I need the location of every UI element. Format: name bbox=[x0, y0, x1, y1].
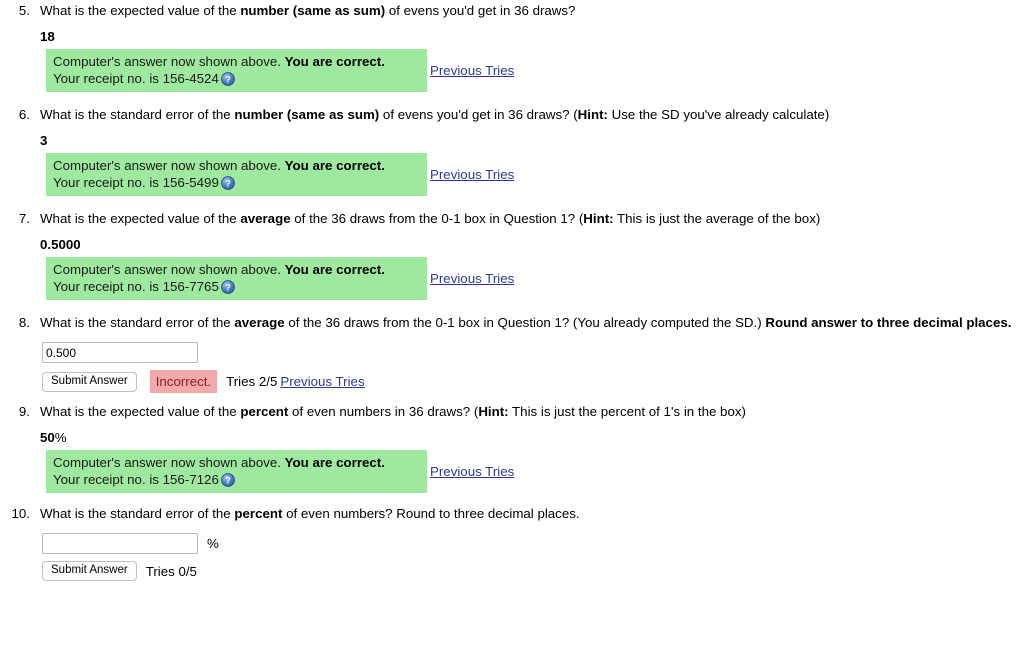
answer-number: 18 bbox=[40, 29, 55, 44]
receipt-number-text: Your receipt no. is 156-4524 bbox=[53, 71, 219, 86]
correct-status-text: You are correct. bbox=[284, 54, 385, 69]
answer-number: 0.5000 bbox=[40, 237, 81, 252]
question-text: What is the expected value of the number… bbox=[40, 3, 576, 18]
feedback-row: Computer's answer now shown above. You a… bbox=[46, 153, 1024, 196]
previous-tries-link[interactable]: Previous Tries bbox=[430, 463, 514, 480]
answer-input[interactable] bbox=[42, 533, 198, 554]
feedback-line-2: Your receipt no. is 156-4524? bbox=[53, 70, 421, 87]
question-text: What is the standard error of the averag… bbox=[40, 315, 1012, 330]
tries-counter: Tries 0/5 bbox=[145, 563, 197, 579]
feedback-message: Computer's answer now shown above. bbox=[53, 158, 285, 173]
receipt-number-text: Your receipt no. is 156-5499 bbox=[53, 175, 219, 190]
svg-text:?: ? bbox=[225, 475, 231, 485]
input-row: % bbox=[42, 533, 1024, 554]
answer-unit: % bbox=[54, 430, 67, 445]
incorrect-status-badge: Incorrect. bbox=[149, 370, 218, 393]
correct-status-text: You are correct. bbox=[284, 455, 385, 470]
feedback-row: Computer's answer now shown above. You a… bbox=[46, 257, 1024, 300]
svg-text:?: ? bbox=[225, 282, 231, 292]
svg-text:?: ? bbox=[225, 178, 231, 188]
question-number: 5. bbox=[18, 3, 30, 18]
question-number: 7. bbox=[18, 211, 30, 226]
question-number: 9. bbox=[18, 404, 30, 419]
feedback-line-2: Your receipt no. is 156-5499? bbox=[53, 174, 421, 191]
question-text: What is the expected value of the averag… bbox=[40, 211, 821, 226]
button-row: Submit Answer Tries 0/5 bbox=[42, 561, 1024, 581]
receipt-number-text: Your receipt no. is 156-7765 bbox=[53, 279, 219, 294]
input-row bbox=[42, 342, 1024, 363]
submit-answer-button[interactable]: Submit Answer bbox=[42, 561, 137, 581]
tries-counter: Tries 2/5 bbox=[226, 374, 278, 389]
feedback-row: Computer's answer now shown above. You a… bbox=[46, 450, 1024, 493]
feedback-line-1: Computer's answer now shown above. You a… bbox=[53, 261, 421, 278]
question-item: 9. What is the expected value of the perc… bbox=[0, 403, 1024, 493]
question-item: 5. What is the expected value of the numb… bbox=[0, 2, 1024, 92]
question-item: 7. What is the expected value of the aver… bbox=[0, 210, 1024, 300]
correct-feedback-box: Computer's answer now shown above. You a… bbox=[46, 450, 427, 493]
help-circle-icon[interactable]: ? bbox=[220, 280, 235, 294]
correct-feedback-box: Computer's answer now shown above. You a… bbox=[46, 49, 427, 92]
previous-tries-link[interactable]: Previous Tries bbox=[430, 166, 514, 183]
question-number: 6. bbox=[18, 107, 30, 122]
feedback-message: Computer's answer now shown above. bbox=[53, 455, 285, 470]
answer-input[interactable] bbox=[42, 342, 198, 363]
feedback-line-1: Computer's answer now shown above. You a… bbox=[53, 454, 421, 471]
submitted-answer-value: 18 bbox=[40, 20, 1024, 49]
percent-unit-label: % bbox=[207, 536, 219, 551]
correct-feedback-box: Computer's answer now shown above. You a… bbox=[46, 257, 427, 300]
help-circle-icon[interactable]: ? bbox=[220, 473, 235, 487]
question-text: What is the expected value of the percen… bbox=[40, 404, 746, 419]
submitted-answer-value: 50% bbox=[40, 421, 1024, 450]
answer-input-area: % Submit Answer Tries 0/5 bbox=[40, 523, 1024, 581]
homework-page: 5. What is the expected value of the numb… bbox=[0, 0, 1024, 665]
question-text: What is the standard error of the number… bbox=[40, 107, 830, 122]
question-number: 8. bbox=[18, 315, 30, 330]
submit-answer-button[interactable]: Submit Answer bbox=[42, 371, 137, 392]
svg-text:?: ? bbox=[225, 74, 231, 84]
answer-input-area: Submit Answer Incorrect. Tries 2/5Previous… bbox=[40, 332, 1024, 393]
previous-tries-link[interactable]: Previous Tries bbox=[430, 62, 514, 79]
question-list: 5. What is the expected value of the numb… bbox=[0, 2, 1024, 581]
help-circle-icon[interactable]: ? bbox=[220, 72, 235, 86]
submitted-answer-value: 3 bbox=[40, 124, 1024, 153]
question-number: 10. bbox=[11, 506, 31, 521]
correct-status-text: You are correct. bbox=[284, 158, 385, 173]
feedback-row: Computer's answer now shown above. You a… bbox=[46, 49, 1024, 92]
question-text: What is the standard error of the percen… bbox=[40, 506, 580, 521]
feedback-line-2: Your receipt no. is 156-7765? bbox=[53, 278, 421, 295]
submitted-answer-value: 0.5000 bbox=[40, 228, 1024, 257]
button-row: Submit Answer Incorrect. Tries 2/5 Previous… bbox=[42, 370, 1024, 393]
feedback-line-1: Computer's answer now shown above. You a… bbox=[53, 157, 421, 174]
answer-number: 50 bbox=[40, 430, 55, 445]
feedback-message: Computer's answer now shown above. bbox=[53, 54, 285, 69]
answer-number: 3 bbox=[40, 133, 48, 148]
feedback-message: Computer's answer now shown above. bbox=[53, 262, 285, 277]
correct-status-text: You are correct. bbox=[284, 262, 385, 277]
feedback-line-1: Computer's answer now shown above. You a… bbox=[53, 53, 421, 70]
previous-tries-link[interactable]: Previous Tries bbox=[430, 270, 514, 287]
question-item: 10. What is the standard error of the per… bbox=[0, 505, 1024, 581]
help-circle-icon[interactable]: ? bbox=[220, 176, 235, 190]
receipt-number-text: Your receipt no. is 156-7126 bbox=[53, 472, 219, 487]
correct-feedback-box: Computer's answer now shown above. You a… bbox=[46, 153, 427, 196]
feedback-line-2: Your receipt no. is 156-7126? bbox=[53, 471, 421, 488]
previous-tries-link[interactable]: Previous Tries bbox=[280, 373, 364, 390]
question-item: 8. What is the standard error of the aver… bbox=[0, 314, 1024, 393]
question-item: 6. What is the standard error of the numb… bbox=[0, 106, 1024, 196]
